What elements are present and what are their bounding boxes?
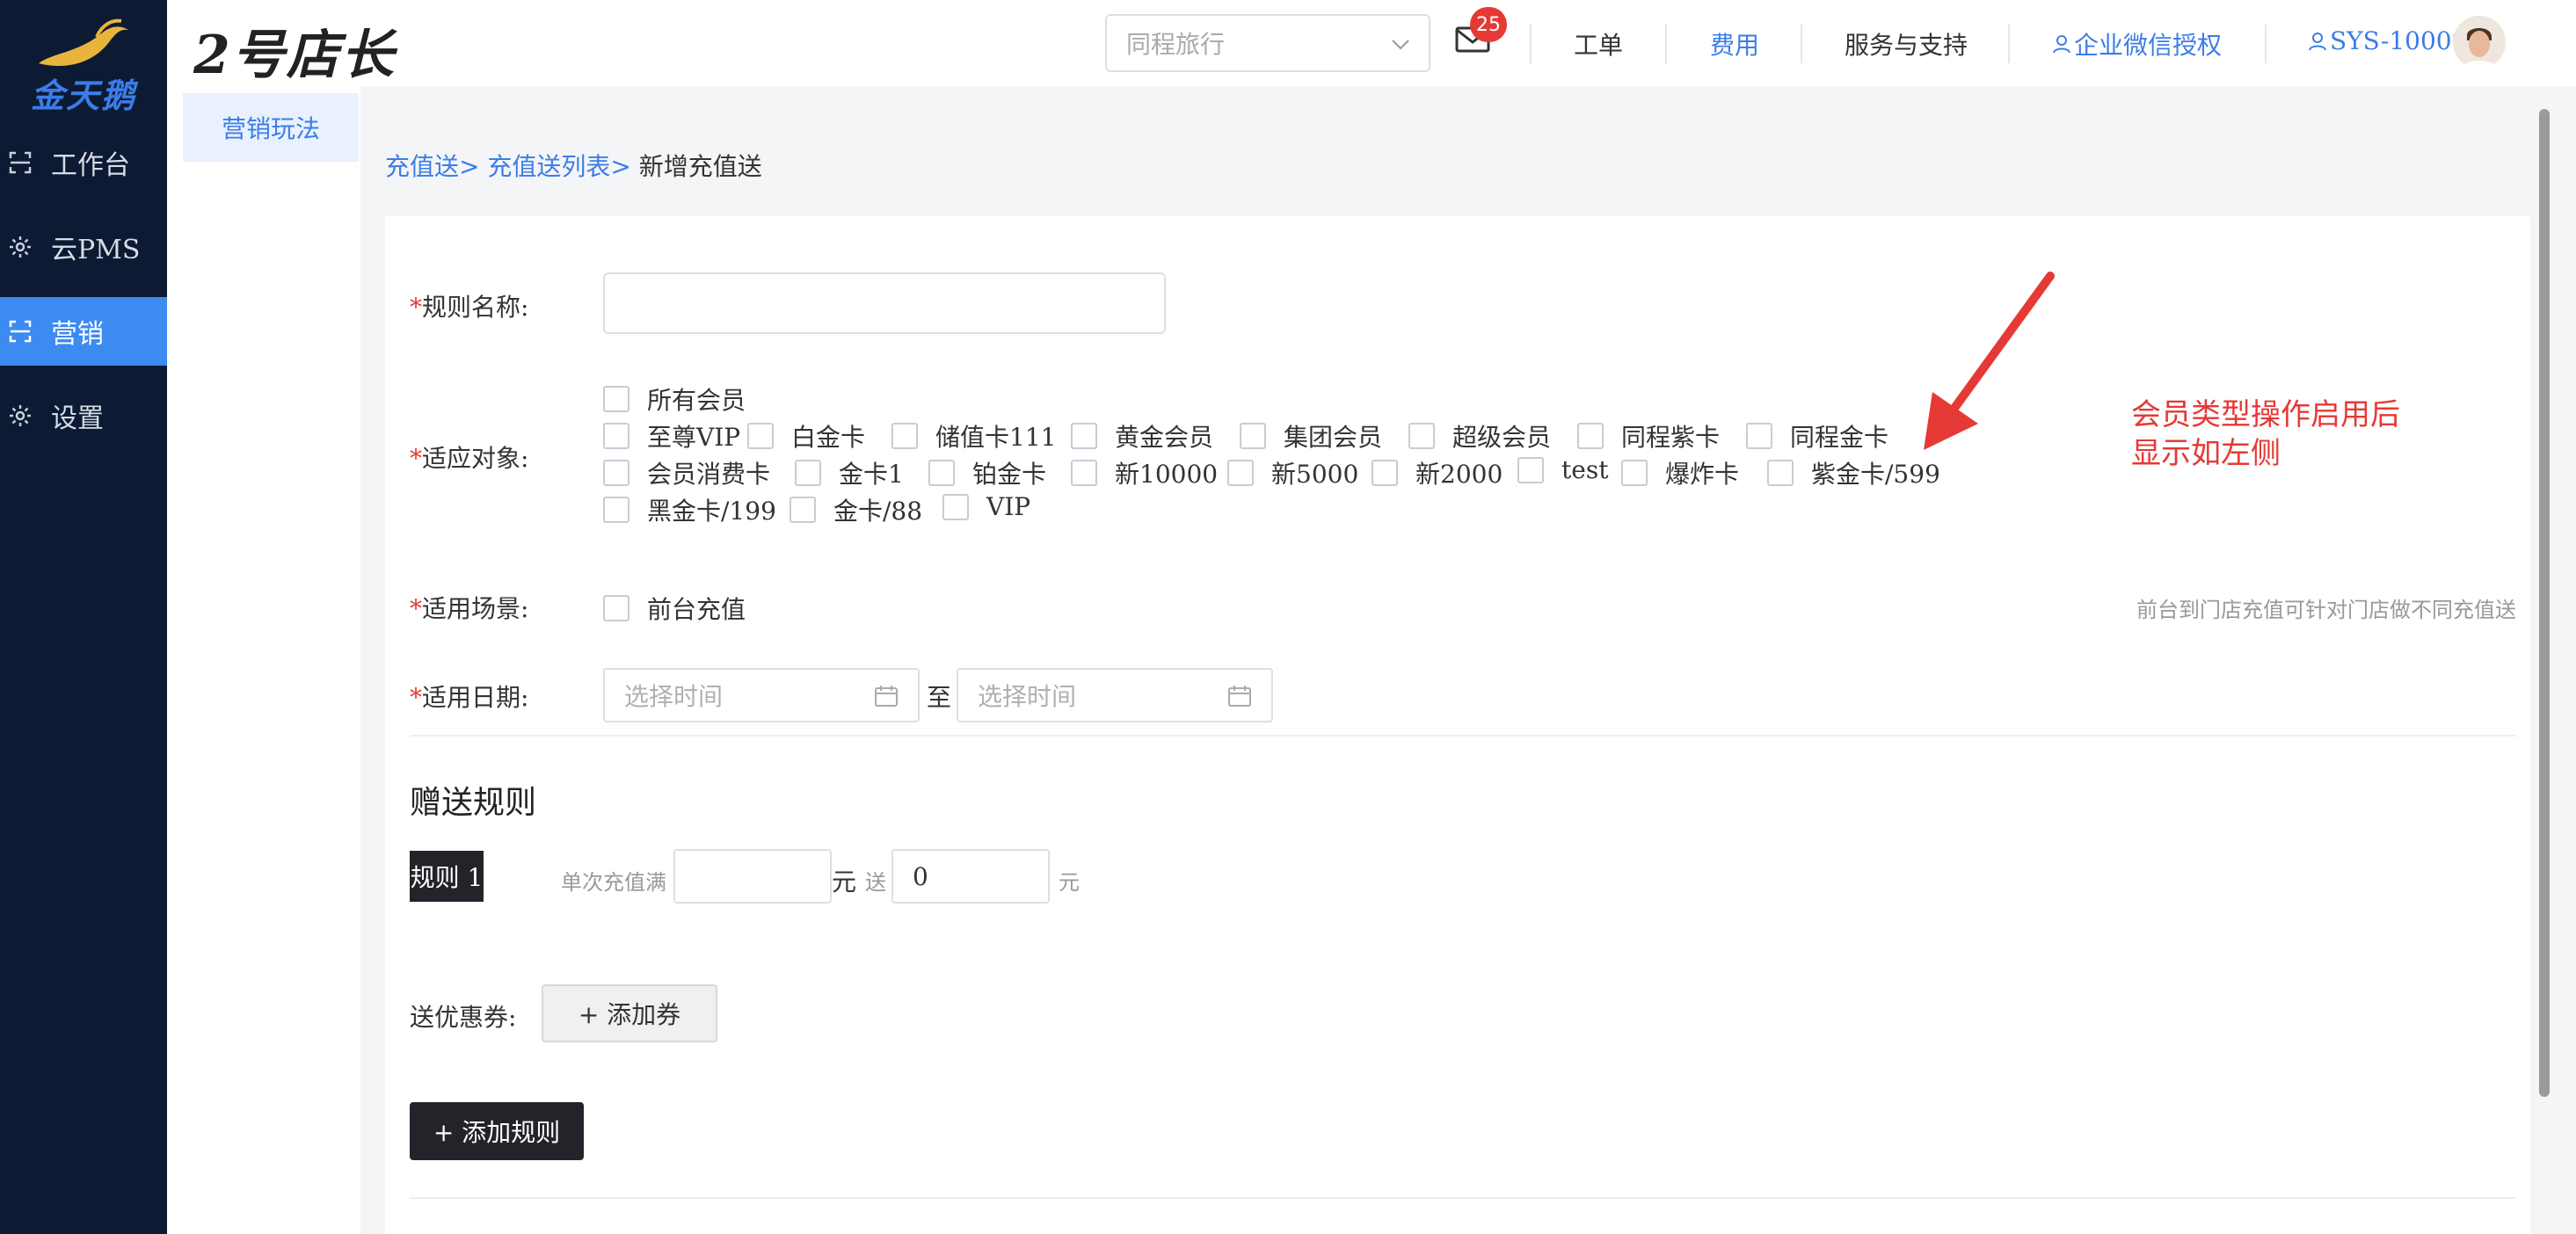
start-date-picker[interactable]: 选择时间 [603,668,920,722]
checkbox-member-type[interactable]: 储值卡111 [891,418,1056,454]
checkbox[interactable] [603,386,629,412]
checkbox-member-type[interactable]: 同程紫卡 [1577,418,1720,454]
user-icon [2309,32,2326,50]
header-divider [1530,25,1532,63]
recharge-threshold-label: 单次充值满 [561,870,666,895]
fees-link[interactable]: 费用 [1710,26,1759,62]
checkbox-member-type[interactable]: VIP [942,492,1030,521]
nav-item-label: 工作台 [51,150,130,181]
account-name: SYS-10009 [2330,26,2468,55]
breadcrumb-recharge-gift[interactable]: 充值送> [385,152,479,181]
app-title: 2号店长 [193,25,396,86]
coupon-label: 送优惠券: [410,1003,517,1032]
calendar-icon [875,686,898,707]
end-date-placeholder: 选择时间 [978,682,1077,711]
recharge-amount-input[interactable] [673,849,832,904]
checkbox-member-type[interactable]: 会员消费卡 [603,455,770,490]
breadcrumb-current: 新增充值送 [638,152,762,181]
brand-logo[interactable]: 金天鹅 [0,0,167,123]
unit-yuan: 元 [832,867,857,896]
target-members-label: *适应对象: [410,444,529,473]
user-icon [2053,35,2070,54]
send-label: 送 [865,870,886,895]
secondary-sidebar: 营销玩法 [167,86,360,1234]
date-range-separator: 至 [927,683,952,712]
scene-label: *适用场景: [410,594,529,623]
header-divider [2008,25,2010,63]
checkbox-member-type[interactable]: 新10000 [1071,455,1218,490]
checkbox-member-type[interactable]: 黑金卡/199 [603,492,776,527]
unit-yuan-2: 元 [1059,870,1080,895]
wechat-auth-label: 企业微信授权 [2074,31,2223,60]
annotation-arrow-icon [1924,272,2055,450]
breadcrumb: 充值送> 充值送列表> 新增充值送 [385,148,762,183]
scene-hint: 前台到门店充值可针对门店做不同充值送 [2136,598,2516,622]
avatar-image [2453,16,2506,69]
rule-name-label: *规则名称: [410,293,529,322]
nav-item-marketing[interactable]: 营销 [0,297,167,366]
brand-name: 金天鹅 [30,76,136,115]
top-header: 2号店长 同程旅行 25 工单 费用 服务与支持 企业微信授权 SYS-1000… [167,0,2576,86]
nav-item-workbench[interactable]: 工作台 [0,128,167,197]
add-rule-button[interactable]: + 添加规则 [410,1102,584,1160]
scan-icon [9,151,32,174]
header-divider [2265,25,2267,63]
add-coupon-button[interactable]: + 添加券 [542,984,717,1042]
checkbox-member-type[interactable]: 新5000 [1227,455,1358,490]
checkbox-front-desk-recharge[interactable]: 前台充值 [603,591,746,626]
checkbox-member-type[interactable]: 至尊VIP [603,418,740,454]
gift-rules-title: 赠送规则 [410,785,537,821]
send-amount-input[interactable]: 0 [891,849,1050,904]
checkbox-member-type[interactable]: 黄金会员 [1071,418,1213,454]
avatar[interactable] [2453,16,2506,69]
nav-item-cloud-pms[interactable]: 云PMS [0,213,167,281]
checkbox-member-type[interactable]: 金卡/88 [790,492,922,527]
chevron-down-icon [1392,40,1409,50]
left-nav: 金天鹅 工作台 云PMS 营销 设置 [0,0,167,1234]
hotel-select-value: 同程旅行 [1126,30,1226,59]
scan-icon [9,320,32,343]
subnav-item-marketing-play[interactable]: 营销玩法 [183,93,359,162]
service-support-link[interactable]: 服务与支持 [1845,26,1968,62]
checkbox-member-type[interactable]: test [1517,455,1608,484]
checkbox-member-type[interactable]: 新2000 [1372,455,1503,490]
checkbox-member-type[interactable]: 白金卡 [747,418,865,454]
checkbox-member-type[interactable]: 同程金卡 [1746,418,1888,454]
annotation-line-1: 会员类型操作启用后 [2131,397,2400,432]
checkbox-member-type[interactable]: 铂金卡 [928,455,1046,490]
checkbox-member-type[interactable]: 紫金卡/599 [1767,455,1940,490]
breadcrumb-recharge-gift-list[interactable]: 充值送列表> [487,152,630,181]
checkbox-all-members[interactable]: 所有会员 [603,381,746,417]
end-date-picker[interactable]: 选择时间 [957,668,1273,722]
wechat-auth-link[interactable]: 企业微信授权 [2053,26,2222,62]
calendar-icon [1228,686,1251,707]
checkbox-member-type[interactable]: 爆炸卡 [1621,455,1739,490]
rule-name-input[interactable] [603,272,1166,334]
bottom-divider [410,1197,2516,1199]
mail-badge: 25 [1470,7,1507,42]
header-divider [1665,25,1667,63]
nav-item-label: 设置 [51,403,104,434]
header-divider [1801,25,1802,63]
nav-item-settings[interactable]: 设置 [0,381,167,450]
gear-icon [9,236,32,258]
checkbox-member-type[interactable]: 超级会员 [1408,418,1551,454]
swan-logo-icon [39,18,128,66]
section-divider [410,735,2516,737]
hotel-select[interactable]: 同程旅行 [1105,14,1430,72]
start-date-placeholder: 选择时间 [624,682,724,711]
form-card [385,216,2530,1234]
checkbox-member-type[interactable]: 集团会员 [1240,418,1382,454]
gear-icon [9,404,32,427]
annotation-note: 会员类型操作启用后 显示如左侧 [2131,396,2500,473]
ticket-link[interactable]: 工单 [1574,26,1623,62]
nav-item-label: 营销 [51,319,104,350]
date-label: *适用日期: [410,683,529,712]
checkbox-member-type[interactable]: 金卡1 [795,455,904,490]
account-menu[interactable]: SYS-10009 [2309,26,2467,55]
annotation-line-2: 显示如左侧 [2131,436,2281,471]
vertical-scrollbar[interactable] [2539,109,2550,1097]
nav-item-label: 云PMS [51,235,141,265]
rule-tab-1[interactable]: 规则 1 [410,851,484,902]
